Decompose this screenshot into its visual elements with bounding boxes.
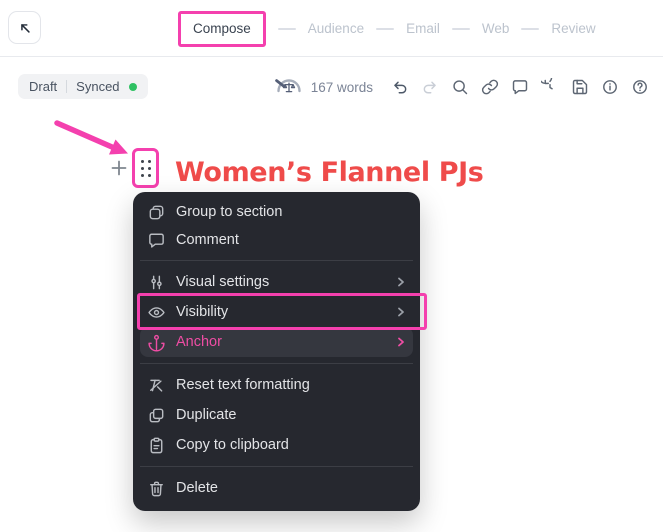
- history-icon: [541, 78, 553, 90]
- undo-button[interactable]: [385, 72, 415, 102]
- clear-format-icon: [147, 376, 166, 395]
- status-divider: [66, 80, 68, 93]
- block-context-menu: Group to section Comment Visual settings…: [133, 192, 427, 511]
- arrow-up-left-icon: [20, 23, 30, 33]
- menu-item-label: Visibility: [176, 304, 229, 320]
- drag-handle[interactable]: [140, 159, 151, 177]
- menu-item-reset-text-formatting[interactable]: Reset text formatting: [133, 370, 420, 400]
- tab-separator: [451, 27, 470, 30]
- info-button[interactable]: [595, 72, 625, 102]
- drag-handle-annotation-box: [132, 148, 159, 188]
- editor-toolbar: Draft Synced 167 words: [0, 66, 663, 106]
- undo-icon: [394, 81, 407, 94]
- readability-gauge[interactable]: 167 words: [274, 75, 373, 99]
- back-button[interactable]: [8, 11, 41, 44]
- chevron-right-icon: [396, 337, 406, 347]
- menu-item-copy-to-clipboard[interactable]: Copy to clipboard: [133, 430, 420, 460]
- draft-status: Draft: [29, 79, 58, 94]
- compose-annotation-box: Compose: [178, 10, 266, 47]
- save-icon: [572, 79, 588, 95]
- tab-compose[interactable]: Compose: [193, 21, 251, 36]
- tab-separator: [521, 27, 540, 30]
- menu-item-duplicate[interactable]: Duplicate: [133, 400, 420, 430]
- step-tabs: Compose Audience Email Web Review: [178, 0, 596, 57]
- save-button[interactable]: [565, 72, 595, 102]
- info-icon: [603, 80, 617, 94]
- group-icon: [147, 203, 166, 222]
- menu-item-visibility[interactable]: Visibility: [133, 297, 420, 327]
- sliders-icon: [147, 273, 166, 292]
- anchor-icon: [147, 333, 166, 352]
- document-heading[interactable]: Women’s Flannel PJs: [175, 157, 484, 188]
- menu-item-delete[interactable]: Delete: [133, 473, 420, 503]
- top-bar: Compose Audience Email Web Review: [0, 0, 663, 57]
- clipboard-icon: [147, 436, 166, 455]
- comment-icon: [147, 231, 166, 250]
- tab-separator: [376, 27, 395, 30]
- menu-item-label: Comment: [176, 232, 239, 248]
- tab-separator: [277, 27, 296, 30]
- toolbar-actions: 167 words: [274, 71, 655, 103]
- menu-item-label: Group to section: [176, 204, 283, 220]
- search-button[interactable]: [445, 72, 475, 102]
- duplicate-icon: [147, 406, 166, 425]
- menu-item-label: Duplicate: [176, 407, 237, 423]
- synced-dot: [128, 82, 137, 91]
- menu-item-group-to-section[interactable]: Group to section: [133, 198, 420, 226]
- tab-review[interactable]: Review: [551, 21, 595, 36]
- readability-gauge-icon: [274, 79, 301, 93]
- trash-icon: [147, 479, 166, 498]
- link-button[interactable]: [475, 72, 505, 102]
- menu-item-visual-settings[interactable]: Visual settings: [133, 267, 420, 297]
- tab-email[interactable]: Email: [406, 21, 440, 36]
- history-button[interactable]: [535, 72, 565, 102]
- menu-item-comment[interactable]: Comment: [133, 226, 420, 254]
- synced-status: Synced: [76, 79, 120, 94]
- eye-icon: [147, 303, 166, 322]
- link-icon: [481, 79, 499, 95]
- comment-icon: [512, 80, 528, 95]
- menu-item-anchor[interactable]: Anchor: [140, 327, 413, 357]
- editor-window: Compose Audience Email Web Review Draft …: [0, 0, 663, 532]
- tab-audience[interactable]: Audience: [308, 21, 364, 36]
- menu-item-label: Copy to clipboard: [176, 437, 289, 453]
- menu-item-label: Reset text formatting: [176, 377, 310, 393]
- chevron-right-icon: [396, 277, 406, 287]
- menu-item-label: Delete: [176, 480, 218, 496]
- comments-button[interactable]: [505, 72, 535, 102]
- chevron-right-icon: [396, 307, 406, 317]
- help-icon: [633, 80, 647, 94]
- status-badge: Draft Synced: [18, 74, 148, 99]
- search-icon: [453, 80, 468, 95]
- help-button[interactable]: [625, 72, 655, 102]
- menu-item-label: Anchor: [176, 334, 222, 350]
- redo-button[interactable]: [415, 72, 445, 102]
- tab-web[interactable]: Web: [482, 21, 510, 36]
- menu-item-label: Visual settings: [176, 274, 270, 290]
- add-block-button[interactable]: [108, 157, 130, 179]
- menu-divider: [140, 363, 413, 364]
- menu-divider: [140, 466, 413, 467]
- redo-icon: [423, 81, 436, 94]
- plus-icon: [111, 160, 127, 176]
- menu-divider: [140, 260, 413, 261]
- word-count: 167 words: [310, 79, 373, 95]
